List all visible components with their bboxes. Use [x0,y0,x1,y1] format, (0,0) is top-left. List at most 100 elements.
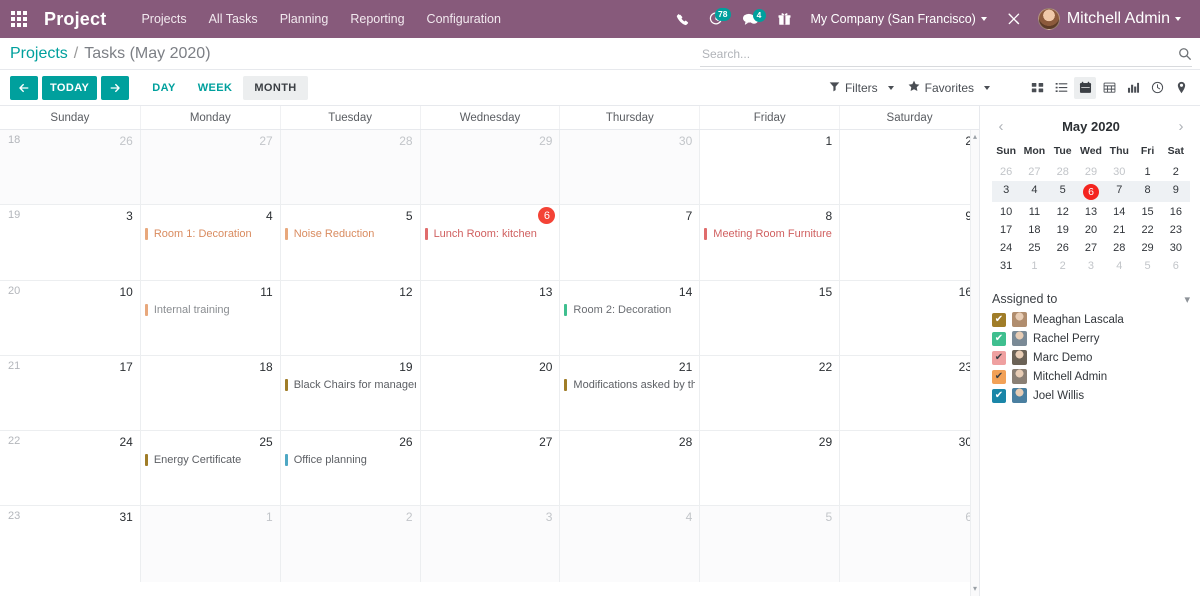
kanban-view-icon[interactable] [1026,77,1048,99]
day-number[interactable]: 27 [259,134,272,148]
mini-calendar-day[interactable]: 12 [1049,203,1077,220]
day-number[interactable]: 3 [126,209,133,223]
mini-calendar-day[interactable]: 11 [1020,203,1048,220]
mini-calendar-day[interactable]: 27 [1077,239,1105,256]
map-view-icon[interactable] [1170,77,1192,99]
mini-calendar-day[interactable]: 28 [1105,239,1133,256]
week-number[interactable]: 18 [8,134,20,146]
mini-calendar-day[interactable]: 3 [1077,257,1105,274]
calendar-event[interactable]: Room 2: Decoration [564,304,695,316]
mini-calendar-day[interactable]: 3 [992,181,1020,202]
calendar-day-cell[interactable]: 7 [559,205,699,279]
day-number[interactable]: 3 [546,510,553,524]
mini-calendar-day[interactable]: 25 [1020,239,1048,256]
chevron-down-icon[interactable]: ▾ [1184,293,1190,306]
calendar-day-cell[interactable]: 11Internal training [140,281,280,355]
day-number[interactable]: 29 [539,134,552,148]
calendar-day-cell[interactable]: 14Room 2: Decoration [559,281,699,355]
calendar-day-cell[interactable]: 23 [839,356,979,430]
pivot-view-icon[interactable] [1098,77,1120,99]
day-number[interactable]: 30 [679,134,692,148]
calendar-day-cell[interactable]: 1 [699,130,839,204]
mini-calendar-day[interactable]: 6 [1162,257,1190,274]
mini-calendar-day[interactable]: 4 [1020,181,1048,202]
mini-calendar-day[interactable]: 19 [1049,221,1077,238]
assigned-person-row[interactable]: ✔Marc Demo [992,350,1190,365]
day-number[interactable]: 28 [399,134,412,148]
mini-calendar-day[interactable]: 29 [1077,163,1105,180]
day-number[interactable]: 1 [266,510,273,524]
assigned-person-row[interactable]: ✔Joel Willis [992,388,1190,403]
mini-calendar-day[interactable]: 31 [992,257,1020,274]
today-button[interactable]: TODAY [42,76,97,100]
day-number[interactable]: 13 [539,285,552,299]
chevron-right-icon[interactable]: › [1172,118,1190,135]
day-number[interactable]: 12 [399,285,412,299]
chevron-left-icon[interactable]: ‹ [992,118,1010,135]
menu-item-all-tasks[interactable]: All Tasks [198,2,269,36]
calendar-day-cell[interactable]: 5 Noise Reduction [280,205,420,279]
calendar-scrollbar[interactable]: ▴ ▾ [970,130,979,596]
day-number[interactable]: 5 [825,510,832,524]
mini-calendar-day[interactable]: 27 [1020,163,1048,180]
mini-calendar-day[interactable]: 1 [1020,257,1048,274]
favorites-dropdown[interactable]: Favorites [908,80,990,95]
calendar-day-cell[interactable]: 6Lunch Room: kitchen [420,205,560,279]
day-number[interactable]: 5 [406,209,413,223]
mini-calendar-day[interactable]: 14 [1105,203,1133,220]
week-number[interactable]: 22 [8,435,20,447]
menu-item-planning[interactable]: Planning [269,2,340,36]
day-number[interactable]: 4 [266,209,273,223]
user-menu[interactable]: Mitchell Admin [1032,4,1190,34]
day-number[interactable]: 20 [539,360,552,374]
mini-calendar-day[interactable]: 26 [992,163,1020,180]
mini-calendar-day[interactable]: 10 [992,203,1020,220]
mini-calendar-day[interactable]: 18 [1020,221,1048,238]
day-number[interactable]: 15 [819,285,832,299]
search-box[interactable] [700,44,1192,67]
mini-calendar-day[interactable]: 22 [1133,221,1161,238]
mini-calendar-day[interactable]: 30 [1105,163,1133,180]
calendar-day-cell[interactable]: 4Room 1: Decoration [140,205,280,279]
search-input[interactable] [700,44,1178,64]
scale-week-button[interactable]: WEEK [187,76,244,100]
mini-calendar-day[interactable]: 15 [1133,203,1161,220]
mini-calendar-day[interactable]: 1 [1133,163,1161,180]
calendar-day-cell[interactable]: 4 [559,506,699,581]
assigned-person-checkbox[interactable]: ✔ [992,389,1006,403]
calendar-day-cell[interactable]: 30 [559,130,699,204]
calendar-day-cell[interactable]: 6 [839,506,979,581]
calendar-day-cell[interactable]: 27 [420,431,560,505]
wrench-tools-icon[interactable] [998,5,1030,33]
day-number-today[interactable]: 6 [538,207,555,224]
apps-grid-icon[interactable] [0,0,38,38]
week-number[interactable]: 21 [8,360,20,372]
day-number[interactable]: 18 [259,360,272,374]
calendar-day-cell[interactable]: 8Meeting Room Furniture [699,205,839,279]
calendar-day-cell[interactable]: 29 [699,431,839,505]
assigned-person-row[interactable]: ✔Meaghan Lascala [992,312,1190,327]
day-number[interactable]: 25 [259,435,272,449]
breadcrumb-root[interactable]: Projects [10,45,68,63]
mini-calendar-day[interactable]: 8 [1133,181,1161,202]
assigned-to-header[interactable]: Assigned to ▾ [992,292,1190,306]
list-view-icon[interactable] [1050,77,1072,99]
calendar-day-cell[interactable]: 2 [839,130,979,204]
menu-item-configuration[interactable]: Configuration [416,2,512,36]
calendar-day-cell[interactable]: 28 [559,431,699,505]
calendar-event[interactable]: Black Chairs for managers [285,379,416,391]
calendar-event[interactable]: Modifications asked by the c [564,379,695,391]
assigned-person-checkbox[interactable]: ✔ [992,332,1006,346]
calendar-event[interactable]: Noise Reduction [285,228,416,240]
calendar-day-cell[interactable]: 1 [140,506,280,581]
day-number[interactable]: 29 [819,435,832,449]
calendar-day-cell[interactable]: 16 [839,281,979,355]
calendar-day-cell[interactable]: 193 [0,205,140,279]
day-number[interactable]: 21 [679,360,692,374]
mini-calendar-day[interactable]: 4 [1105,257,1133,274]
mini-calendar-day[interactable]: 21 [1105,221,1133,238]
mini-calendar-day[interactable]: 26 [1049,239,1077,256]
day-number[interactable]: 4 [686,510,693,524]
calendar-day-cell[interactable]: 2331 [0,506,140,581]
day-number[interactable]: 19 [399,360,412,374]
